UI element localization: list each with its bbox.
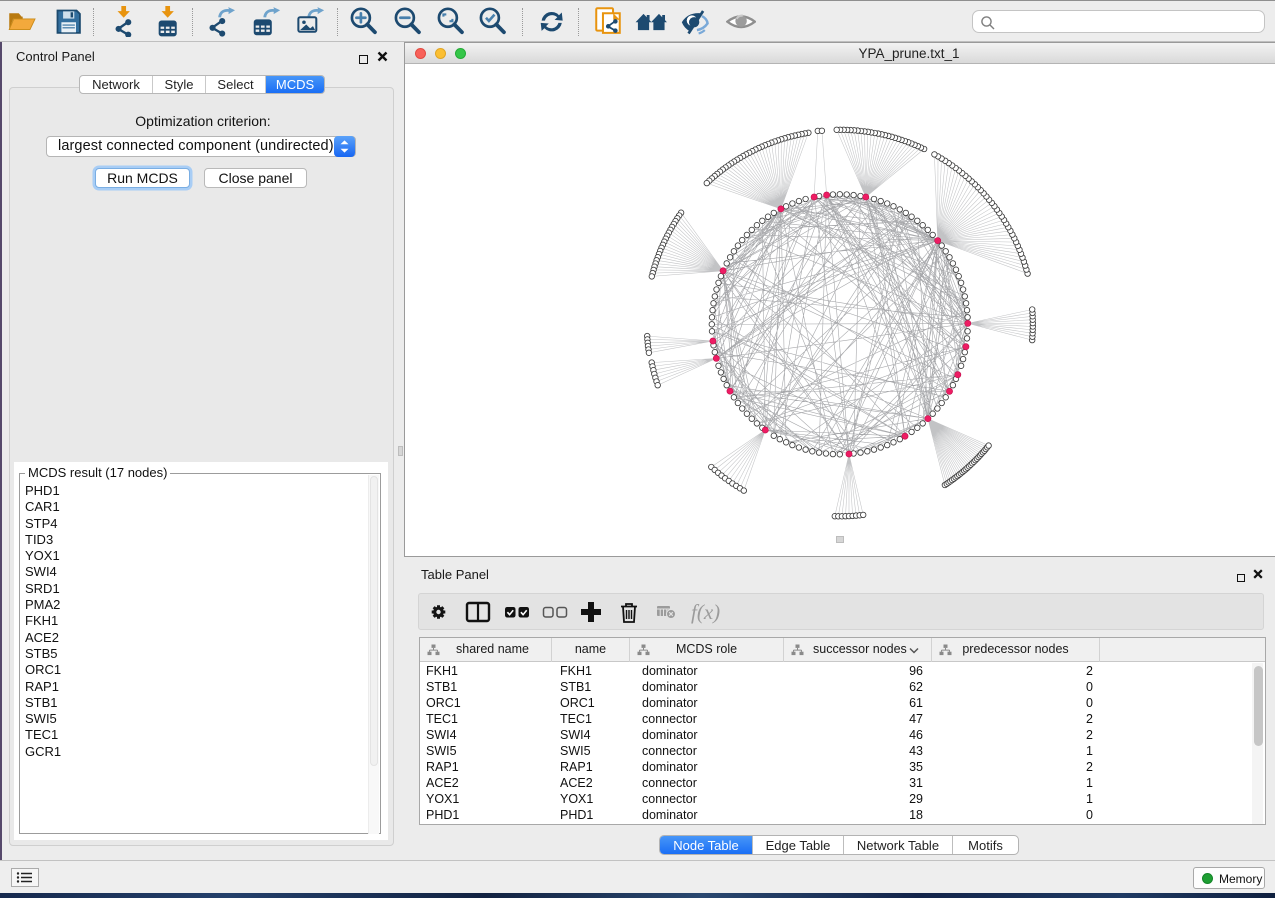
svg-text:f(x): f(x) [691,600,720,624]
